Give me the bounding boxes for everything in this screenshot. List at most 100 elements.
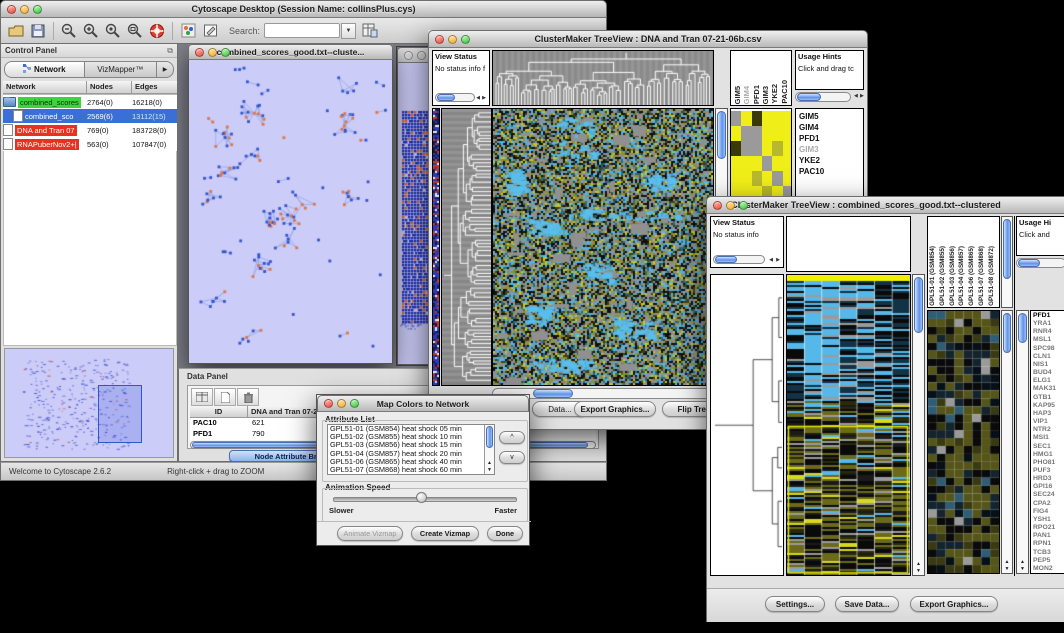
help-ring-icon[interactable]	[147, 21, 167, 41]
tv2-save-data-button[interactable]: Save Data...	[835, 596, 899, 612]
gene-label[interactable]: PAC10	[799, 166, 863, 177]
gene-label[interactable]: PUF3	[1033, 467, 1064, 475]
tv1-column-dendrogram[interactable]	[492, 50, 714, 106]
open-file-icon[interactable]	[6, 21, 26, 41]
scroll-arrows-icon[interactable]: ▲▼	[913, 561, 924, 575]
network-row-rnapuber[interactable]: RNAPuberNov2+| 563(0) 107847(0)	[3, 137, 177, 151]
gene-label[interactable]: BUD4	[1033, 369, 1064, 377]
gene-label[interactable]: HAP3	[1033, 410, 1064, 418]
gene-label[interactable]: GPI16	[1033, 483, 1064, 491]
minimize-button[interactable]	[448, 35, 457, 44]
scroll-right-icon[interactable]: ▶	[859, 94, 865, 99]
gene-label[interactable]: RPN1	[1033, 540, 1064, 548]
zoom-selected-icon[interactable]	[103, 21, 123, 41]
close-button[interactable]	[404, 51, 413, 60]
gene-label[interactable]: YKE2	[799, 155, 863, 166]
gene-label[interactable]: MSL1	[1033, 336, 1064, 344]
tv1-status-hscrollbar[interactable]	[435, 93, 475, 102]
scroll-left-icon[interactable]: ◀	[768, 258, 774, 263]
zoom-button[interactable]	[221, 48, 230, 57]
select-attributes-icon[interactable]	[191, 388, 213, 406]
tv2-settings-button[interactable]: Settings...	[765, 596, 825, 612]
gene-label[interactable]: GIM5	[799, 111, 863, 122]
float-panel-icon[interactable]: ⧉	[167, 46, 173, 56]
zoom-out-icon[interactable]	[59, 21, 79, 41]
plugin-icon[interactable]	[178, 21, 198, 41]
tv2-collabel-vscrollbar[interactable]	[1001, 216, 1013, 308]
attribute-list-item[interactable]: GPL51-07 (GSM868) heat shock 60 min	[328, 466, 494, 474]
scroll-arrows-icon[interactable]: ▲▼	[485, 460, 494, 474]
gene-label[interactable]: VIP1	[1033, 418, 1064, 426]
new-attribute-icon[interactable]	[214, 388, 236, 406]
tv2-export-graphics-button[interactable]: Export Graphics...	[910, 596, 998, 612]
scroll-right-icon[interactable]: ▶	[775, 258, 781, 263]
network-view-canvas[interactable]	[189, 60, 392, 362]
tab-vizmapper[interactable]: VizMapper™	[85, 61, 157, 78]
tv1-heatmap[interactable]	[492, 108, 714, 386]
minimize-button[interactable]	[726, 201, 735, 210]
close-button[interactable]	[713, 201, 722, 210]
create-vizmap-button[interactable]: Create Vizmap	[411, 526, 479, 541]
similarity-mini-heatmap[interactable]	[731, 111, 792, 201]
minimize-button[interactable]	[20, 5, 29, 14]
gene-label[interactable]: KAP95	[1033, 402, 1064, 410]
gene-label[interactable]: GIM4	[799, 122, 863, 133]
zoom-button[interactable]	[739, 201, 748, 210]
gene-label[interactable]: GTB1	[1033, 394, 1064, 402]
minimize-button[interactable]	[417, 51, 426, 60]
gene-label[interactable]: PAN1	[1033, 532, 1064, 540]
zoom-button[interactable]	[350, 399, 359, 408]
scroll-left-icon[interactable]: ◀	[475, 96, 481, 101]
close-button[interactable]	[195, 48, 204, 57]
gene-label[interactable]: RPO21	[1033, 524, 1064, 532]
gene-label[interactable]: NTR2	[1033, 426, 1064, 434]
tab-more-arrow[interactable]: ▶	[157, 61, 174, 78]
gene-label[interactable]: MON2	[1033, 565, 1064, 573]
gene-label[interactable]: PHO81	[1033, 459, 1064, 467]
tv1-export-graphics-button[interactable]: Export Graphics...	[574, 401, 656, 417]
gene-label[interactable]: YRA1	[1033, 320, 1064, 328]
col-header-edges[interactable]: Edges	[132, 81, 177, 94]
search-dropdown-icon[interactable]: ▼	[341, 23, 356, 39]
gene-label[interactable]: FIG4	[1033, 508, 1064, 516]
zoom-button[interactable]	[33, 5, 42, 14]
gene-label[interactable]: HRD3	[1033, 475, 1064, 483]
attribute-list-vscrollbar[interactable]: ▲▼	[484, 425, 494, 474]
tv1-global-pixel-strip[interactable]	[432, 108, 440, 386]
gene-label[interactable]: RNR4	[1033, 328, 1064, 336]
gene-label[interactable]: SPC98	[1033, 345, 1064, 353]
network-row-combined-sco-selected[interactable]: combined_sco 2569(6) 13112(15)	[3, 109, 177, 123]
animate-vizmap-button[interactable]: Animate Vizmap	[337, 526, 403, 541]
tab-network[interactable]: Network	[4, 61, 85, 78]
annotation-icon[interactable]	[200, 21, 220, 41]
close-button[interactable]	[435, 35, 444, 44]
tv2-usage-hscrollbar[interactable]	[1016, 258, 1064, 268]
minimize-button[interactable]	[208, 48, 217, 57]
gene-label[interactable]: MSI1	[1033, 434, 1064, 442]
scroll-arrows-icon[interactable]: ▲▼	[1002, 559, 1012, 573]
scroll-right-icon[interactable]: ▶	[481, 96, 487, 101]
done-button[interactable]: Done	[487, 526, 523, 541]
gene-label[interactable]: NIS1	[1033, 361, 1064, 369]
zoom-button[interactable]	[461, 35, 470, 44]
network-row-dna-tran[interactable]: DNA and Tran 07 769(0) 183728(0)	[3, 123, 177, 137]
tv2-row-dendrogram[interactable]	[710, 274, 784, 576]
gene-label[interactable]: SEC1	[1033, 443, 1064, 451]
gene-label[interactable]: PFD1	[799, 133, 863, 144]
save-session-icon[interactable]	[28, 21, 48, 41]
tv1-usage-hscrollbar[interactable]	[795, 92, 851, 102]
gene-label[interactable]: YSH1	[1033, 516, 1064, 524]
gene-label[interactable]: CLN1	[1033, 353, 1064, 361]
gene-label[interactable]: PFD1	[1033, 312, 1064, 320]
tv2-rowlabel-vscrollbar[interactable]: ▲▼	[1016, 310, 1029, 574]
minimize-button[interactable]	[337, 399, 346, 408]
gene-label[interactable]: PEP5	[1033, 557, 1064, 565]
speed-slider-thumb[interactable]	[416, 492, 427, 503]
gene-label[interactable]: MAK31	[1033, 385, 1064, 393]
attribute-listbox[interactable]: GPL51-01 (GSM854) heat shock 05 minGPL51…	[327, 424, 495, 475]
network-row-combined-scores[interactable]: combined_scores 2764(0) 16218(0)	[3, 95, 177, 109]
gene-label[interactable]: CPA2	[1033, 500, 1064, 508]
birdseye-viewport-rect[interactable]	[98, 385, 142, 443]
gene-label[interactable]: GIM3	[799, 144, 863, 155]
tv1-row-dendrogram[interactable]	[441, 108, 492, 386]
